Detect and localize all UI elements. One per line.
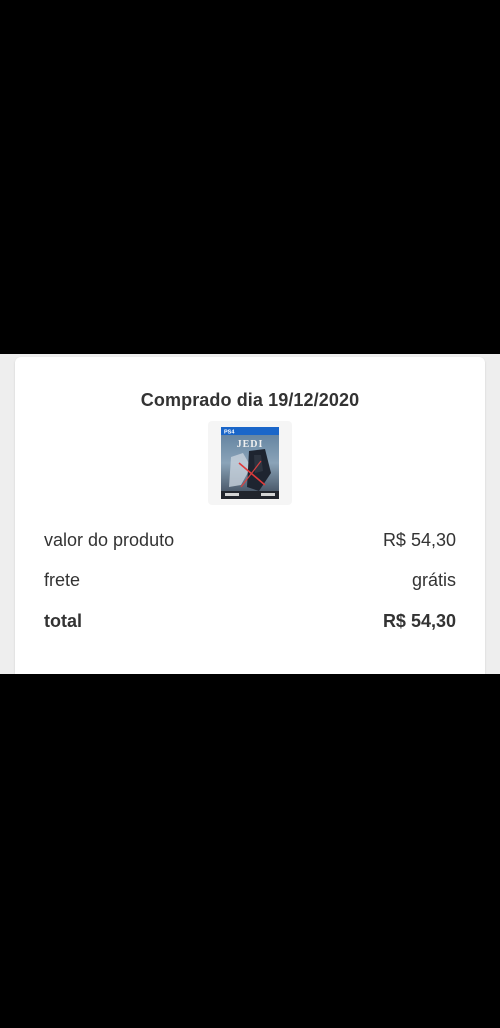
summary-value: R$ 54,30: [382, 530, 456, 550]
summary-label: valor do produto: [44, 530, 175, 550]
summary-label: total: [44, 611, 82, 631]
summary-label: frete: [44, 570, 81, 590]
screen: Comprado dia 19/12/2020 PS4 JEDI valor d…: [0, 0, 500, 1028]
summary-row-total: total R$ 54,30: [44, 611, 456, 635]
purchase-date-title: Comprado dia 19/12/2020: [140, 390, 360, 410]
summary-row-shipping: frete grátis: [44, 570, 456, 594]
summary-value: R$ 54,30: [382, 611, 456, 631]
order-summary-card: Comprado dia 19/12/2020 PS4 JEDI valor d…: [15, 357, 485, 674]
summary-value: grátis: [411, 570, 456, 590]
game-box-art-icon: PS4 JEDI: [221, 427, 279, 499]
product-thumbnail[interactable]: PS4 JEDI: [208, 421, 292, 505]
summary-row-product-value: valor do produto R$ 54,30: [44, 530, 456, 554]
cover-title-text: JEDI: [237, 439, 264, 450]
ps4-badge-text: PS4: [224, 430, 235, 436]
